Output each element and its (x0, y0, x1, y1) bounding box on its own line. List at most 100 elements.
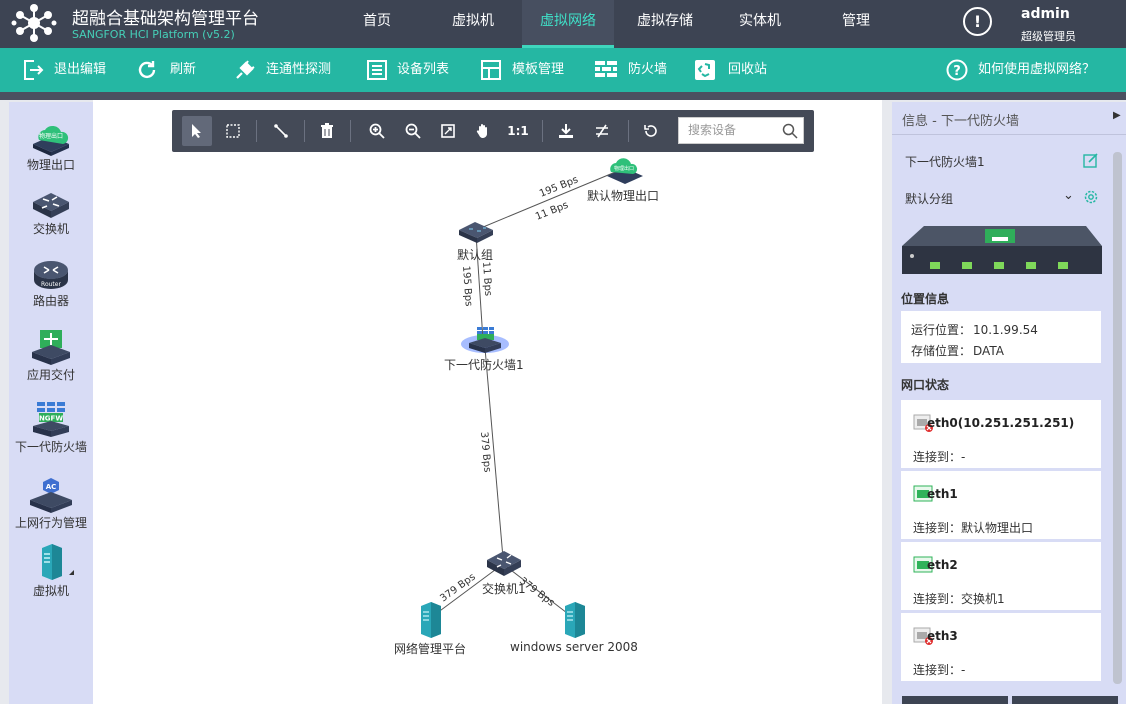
nav-home[interactable]: 首页 (352, 0, 402, 48)
chevron-down-icon[interactable]: ⌄ (1063, 188, 1074, 203)
exit-edit-button[interactable]: 退出编辑 (22, 48, 118, 92)
fit-icon (441, 124, 455, 138)
download-tool[interactable] (551, 116, 581, 146)
link-label-group-ngfw-a: 195 Bps (460, 265, 474, 306)
port-card-eth1[interactable]: eth1 连接到：默认物理出口 (901, 471, 1101, 539)
info-panel-scrollbar[interactable] (1113, 152, 1122, 684)
nav-vm[interactable]: 虚拟机 (440, 0, 506, 48)
user-name[interactable]: admin (1021, 6, 1070, 22)
pointer-tool[interactable] (182, 116, 212, 146)
port-connected-to: 连接到：- (913, 450, 966, 464)
delete-tool[interactable] (312, 116, 342, 146)
palette-app-delivery[interactable]: 应用交付 (9, 328, 93, 383)
recycle-icon (695, 60, 715, 80)
nav-physical-host[interactable]: 实体机 (728, 0, 792, 48)
app-title: 超融合基础架构管理平台 (72, 9, 259, 29)
action-toolbar: 退出编辑 刷新 连通性探测 设备列表 模板管理 防火墙 回收站 ? 如何使用虚拟… (0, 48, 1126, 92)
cloud-exit-icon: 物理出口 (33, 125, 69, 156)
download-icon (559, 124, 573, 138)
topology-diagram: 195 Bps 11 Bps 195 Bps 11 Bps 379 Bps 37… (421, 158, 643, 638)
pan-tool[interactable] (468, 116, 498, 146)
vm-server-icon (42, 544, 62, 580)
ngfw-icon: NGFW (33, 402, 69, 437)
panel-bottom-button-2[interactable] (1012, 696, 1118, 704)
template-manage-button[interactable]: 模板管理 (480, 48, 574, 92)
canvas-toolbar: 1:1 搜索设备 (172, 110, 814, 152)
port-name: eth0(10.251.251.251) (927, 416, 1075, 430)
port-status-title: 网口状态 (901, 378, 950, 392)
box-select-tool[interactable] (218, 116, 248, 146)
link-label-group-ngfw-b: 11 Bps (480, 261, 493, 296)
node-vm-1[interactable] (421, 602, 441, 638)
refresh-button[interactable]: 刷新 (136, 48, 206, 92)
hand-icon (476, 124, 487, 138)
help-link[interactable]: ? 如何使用虚拟网络？ (946, 48, 1116, 92)
zoom-out-icon (405, 123, 421, 139)
link-label-switch-vm1: 379 Bps (438, 572, 477, 605)
connect-tool[interactable] (266, 116, 296, 146)
app-subtitle: SANGFOR HCI Platform (v5.2) (72, 28, 235, 41)
port-card-eth0[interactable]: eth0(10.251.251.251) 连接到：- (901, 400, 1101, 468)
node-vm-2[interactable] (565, 602, 585, 638)
undo-tool[interactable] (636, 116, 666, 146)
gear-icon[interactable] (1083, 189, 1099, 205)
edit-icon[interactable] (1083, 152, 1099, 168)
nav-virtual-network[interactable]: 虚拟网络 (522, 0, 614, 48)
palette-router[interactable]: Router 路由器 (9, 258, 93, 309)
port-card-eth3[interactable]: eth3 连接到：- (901, 613, 1101, 681)
exit-icon (24, 60, 44, 80)
undo-icon (644, 125, 657, 137)
app-delivery-icon (32, 330, 70, 365)
cursor-icon (192, 124, 201, 138)
firewall-button[interactable]: 防火墙 (594, 48, 674, 92)
collapse-panel-icon[interactable]: ▶ (1113, 110, 1121, 121)
port-connected-to: 连接到：默认物理出口 (913, 521, 1034, 535)
sangfor-logo-icon (11, 4, 57, 42)
zoom-in-tool[interactable] (362, 116, 392, 146)
run-location-value: 10.1.99.54 (973, 323, 1038, 337)
palette-vm[interactable]: 虚拟机 (9, 542, 93, 599)
list-icon (367, 60, 387, 80)
ac-icon: AC (30, 478, 72, 513)
palette-physical-exit[interactable]: 物理出口 物理出口 (9, 116, 93, 173)
nav-virtual-storage[interactable]: 虚拟存储 (626, 0, 704, 48)
help-icon: ? (946, 59, 968, 81)
node-physical-exit[interactable]: 物理出口 (607, 158, 643, 184)
node-ngfw[interactable] (461, 327, 509, 353)
palette-switch[interactable]: 交换机 (9, 188, 93, 237)
port-connected-to: 连接到：- (913, 663, 966, 677)
location-card: 运行位置： 10.1.99.54 存储位置： DATA (901, 311, 1101, 363)
device-list-button[interactable]: 设备列表 (366, 48, 458, 92)
storage-location-value: DATA (973, 344, 1004, 358)
palette-ngfw[interactable]: NGFW 下一代防火墙 (9, 400, 93, 455)
info-panel-title: 信息 - 下一代防火墙 (902, 114, 1019, 129)
node-label-vm-2: windows server 2008 (510, 640, 638, 654)
panel-bottom-button-1[interactable] (902, 696, 1008, 704)
svg-text:AC: AC (46, 483, 57, 491)
template-icon (481, 60, 501, 80)
device-photo (902, 226, 1102, 274)
node-label-default-group: 默认组 (457, 248, 494, 262)
search-icon[interactable] (782, 123, 798, 139)
actual-size-tool[interactable]: 1:1 (503, 116, 533, 146)
recycle-bin-button[interactable]: 回收站 (694, 48, 774, 92)
node-label-switch: 交换机1 (482, 582, 526, 596)
port-name: eth3 (927, 629, 958, 643)
port-connected-to: 连接到：交换机1 (913, 592, 1005, 606)
port-card-eth2[interactable]: eth2 连接到：交换机1 (901, 542, 1101, 610)
zoom-out-tool[interactable] (398, 116, 428, 146)
expand-corner-icon[interactable] (69, 570, 74, 575)
refresh-icon (138, 61, 156, 79)
nav-manage[interactable]: 管理 (830, 0, 882, 48)
palette-behavior-mgmt[interactable]: AC 上网行为管理 (9, 476, 93, 531)
node-label-physical-exit: 默认物理出口 (587, 189, 660, 203)
info-panel: 信息 - 下一代防火墙 ▶ 下一代防火墙1 默认分组 ⌄ 位置信息 运行位置： 1… (892, 102, 1126, 704)
fit-screen-tool[interactable] (433, 116, 463, 146)
disconnect-tool[interactable] (587, 116, 617, 146)
group-select[interactable]: 默认分组 (905, 190, 953, 207)
user-role: 超级管理员 (1021, 30, 1076, 43)
connectivity-probe-button[interactable]: 连通性探测 (234, 48, 342, 92)
trash-icon (321, 123, 333, 138)
alert-icon[interactable]: ! (963, 7, 992, 36)
node-label-ngfw: 下一代防火墙1 (444, 358, 524, 372)
